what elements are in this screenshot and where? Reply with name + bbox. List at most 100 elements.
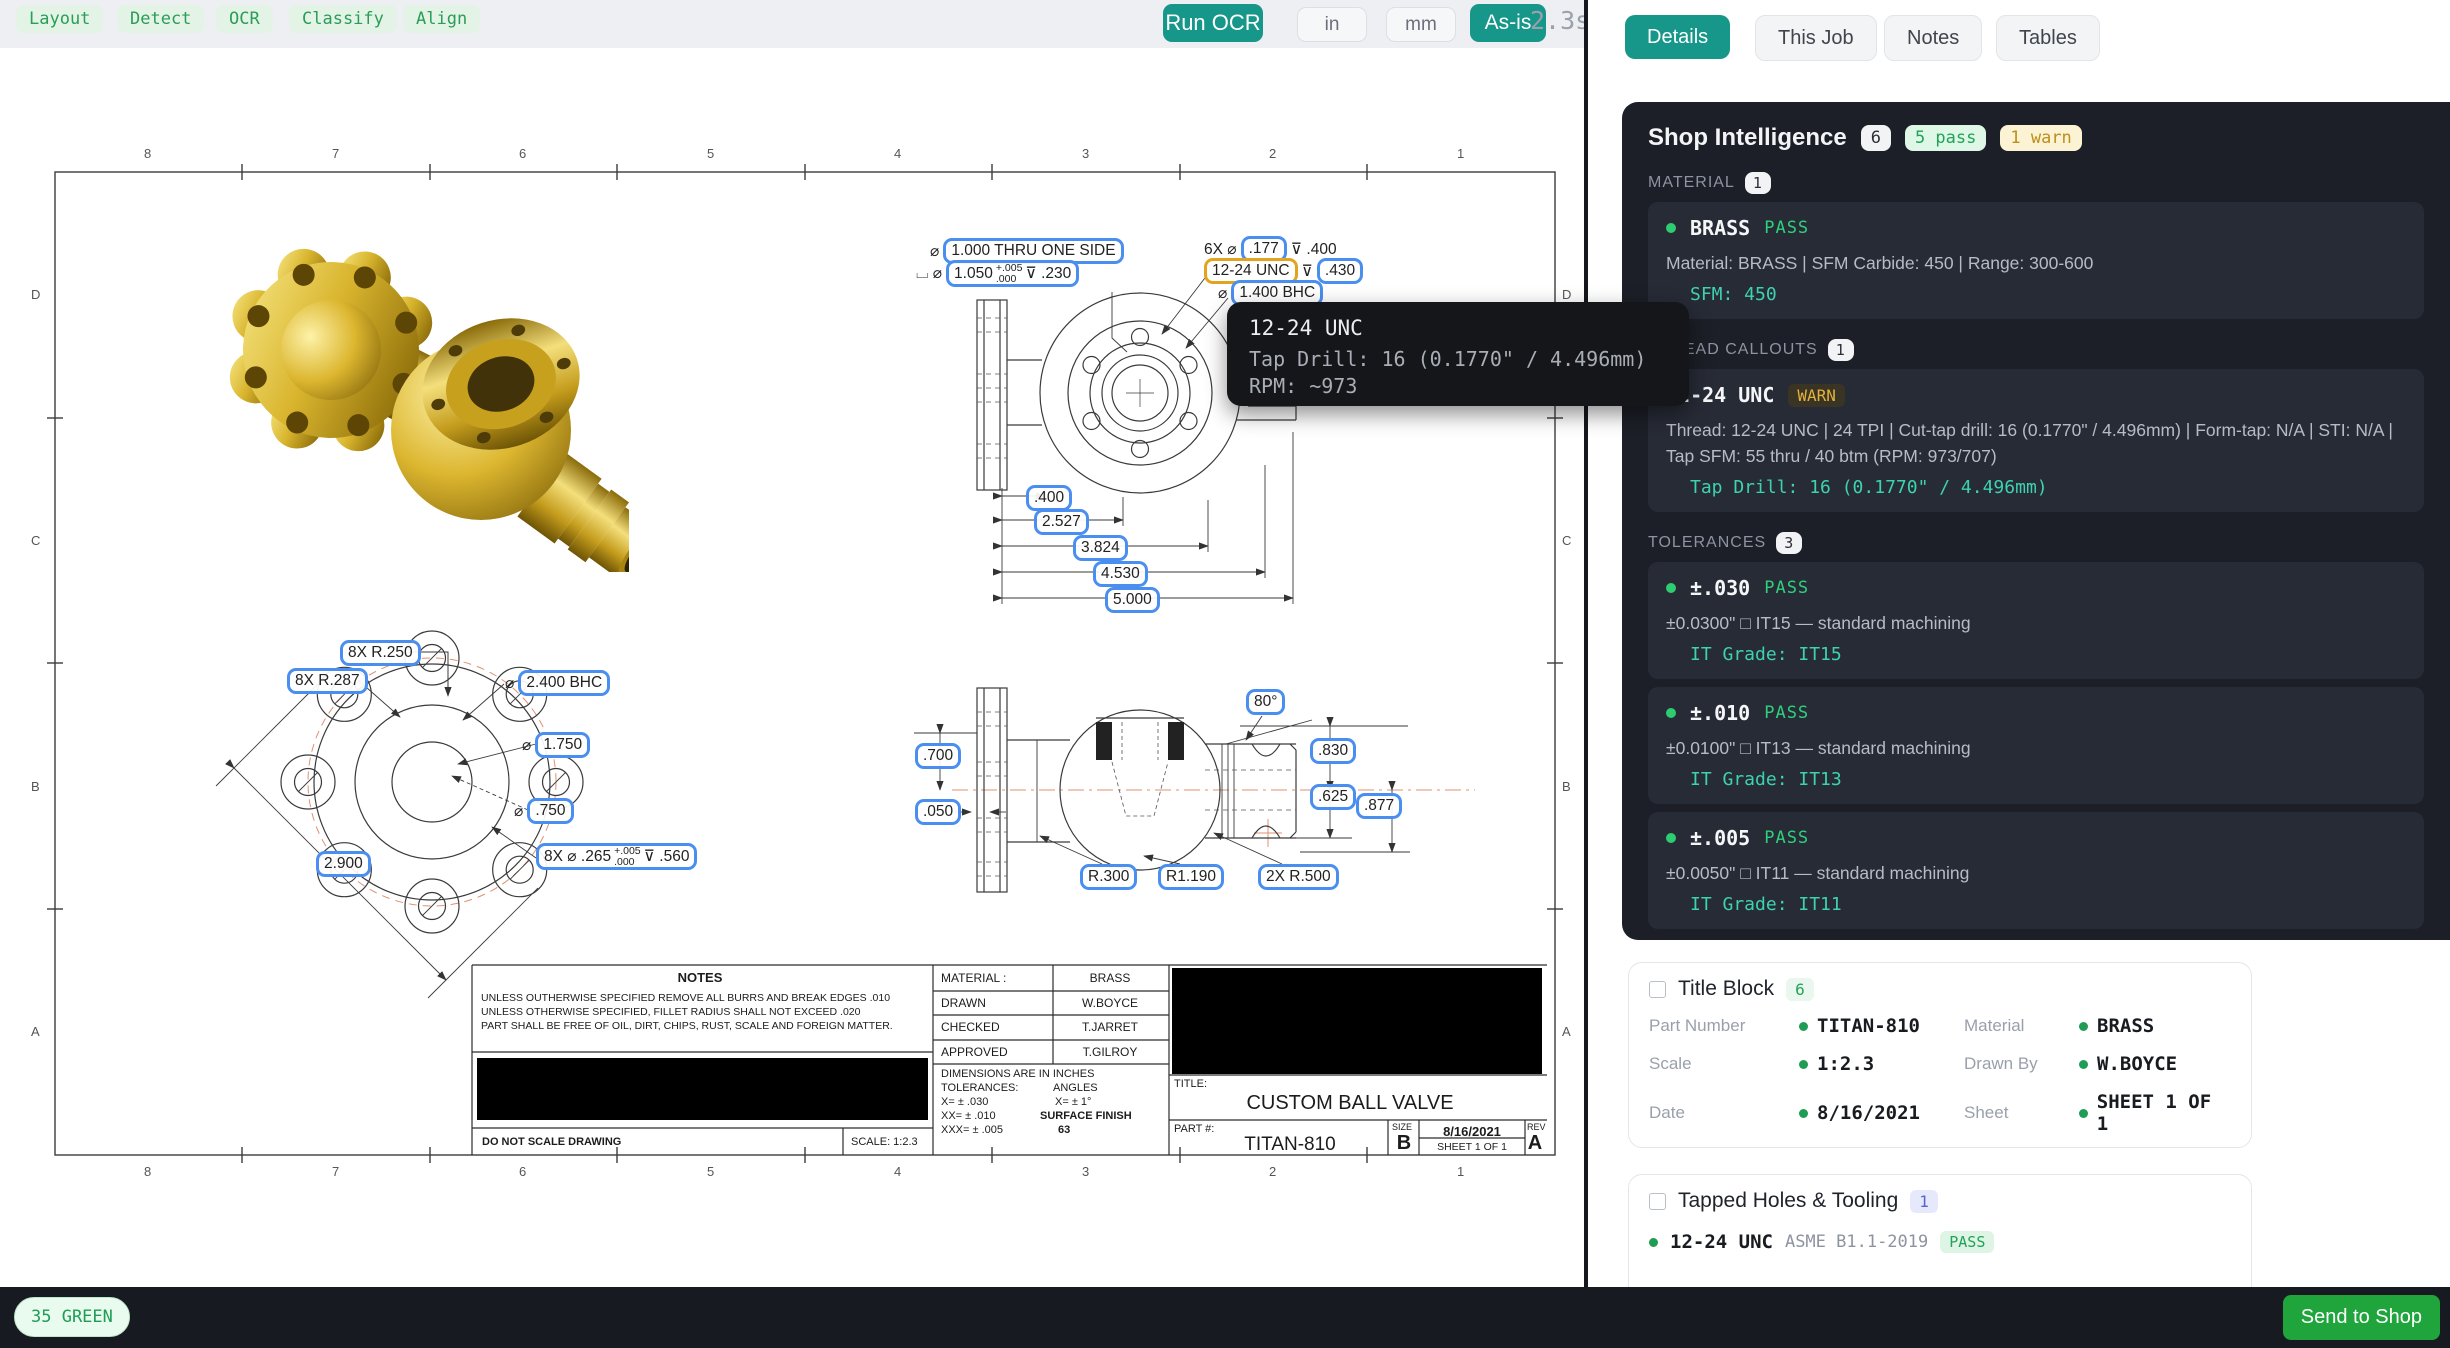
tapped-hole-row[interactable]: 12-24 UNC ASME B1.1-2019 PASS [1649,1231,2231,1253]
count-diameter-prefix: 6X ⌀ [1204,240,1237,259]
toolbar-button-ocr[interactable]: OCR [216,5,273,33]
ocr-callout-r1190[interactable]: R1.190 [1158,864,1224,890]
ocr-box[interactable]: .700 [915,743,961,769]
ocr-box[interactable]: .750 [527,798,573,824]
tapped-holes-checkbox[interactable] [1649,1193,1666,1210]
ocr-box[interactable]: 2.527 [1034,509,1089,535]
tb-value: T.GILROY [1060,1045,1160,1059]
thread-metric: Tap Drill: 16 (0.1770" / 4.496mm) [1690,477,2406,498]
ocr-callout-r287[interactable]: 8X R.287 [287,668,368,694]
material-metric: SFM: 450 [1690,284,2406,305]
tab-notes[interactable]: Notes [1884,15,1982,61]
ocr-box[interactable]: 8X R.287 [287,668,368,694]
tolerance-card[interactable]: ±.005 PASS ±0.0050" □ IT11 — standard ma… [1648,812,2424,929]
title-block-checkbox[interactable] [1649,981,1666,998]
ocr-box[interactable]: R.300 [1080,864,1137,890]
toolbar-button-detect[interactable]: Detect [117,5,204,33]
ocr-box[interactable]: 2X R.500 [1258,864,1339,890]
title-block-title: Title Block [1678,977,1774,1001]
ocr-box[interactable]: R1.190 [1158,864,1224,890]
tooltip-tap-drill: Tap Drill: 16 (0.1770" / 4.496mm) [1249,346,1667,373]
ocr-callout-bhc-2400[interactable]: ⌀ 2.400 BHC [505,670,610,696]
field-label: Material [1964,1016,2079,1036]
tolerance-card[interactable]: ±.030 PASS ±0.0300" □ IT15 — standard ma… [1648,562,2424,679]
ocr-box[interactable]: .050 [915,799,961,825]
diameter-symbol: ⌀ [514,802,523,821]
field-label: Date [1649,1103,1799,1123]
diameter-symbol: ⌀ [930,242,939,261]
ruler-label: 1 [1457,1164,1464,1179]
field-value: 1:2.3 [1817,1053,1874,1075]
ocr-box[interactable]: 3.824 [1073,535,1128,561]
ocr-box[interactable]: 4.530 [1093,561,1148,587]
ruler-label: 6 [519,1164,526,1179]
ocr-callout-d1750[interactable]: ⌀ 1.750 [522,732,590,758]
ocr-callout-050[interactable]: .050 [915,799,961,825]
ocr-callout-830[interactable]: .830 [1310,738,1356,764]
material-desc: Material: BRASS | SFM Carbide: 450 | Ran… [1666,250,2406,276]
tab-details[interactable]: Details [1625,15,1730,59]
thread-callout-card[interactable]: 12-24 UNC WARN Thread: 12-24 UNC | 24 TP… [1648,369,2424,512]
ocr-callout-dim[interactable]: 4.530 [1093,561,1148,587]
ocr-box[interactable]: 1.750 [535,732,590,758]
ocr-box[interactable]: 8X R.250 [340,640,421,666]
toolbar-button-align[interactable]: Align [403,5,480,33]
ocr-callout-700[interactable]: .700 [915,743,961,769]
tab-tables[interactable]: Tables [1996,15,2100,61]
green-count-badge: 35 GREEN [14,1297,130,1337]
ocr-callout-diag[interactable]: 2.900 [316,851,371,877]
ocr-callout-877[interactable]: .877 [1356,793,1402,819]
ocr-box[interactable]: .625 [1310,784,1356,810]
verified-dot [2079,1109,2088,1118]
ocr-box[interactable]: 8X ⌀ .265 +.005 .000 ⊽ .560 [536,843,697,870]
title-block-count-badge: 6 [1786,978,1814,1001]
tolerance-card[interactable]: ±.010 PASS ±0.0100" □ IT13 — standard ma… [1648,687,2424,804]
ocr-callout-d750[interactable]: ⌀ .750 [514,798,574,824]
ocr-box[interactable]: 1.050 +.005 .000 ⊽ .230 [946,260,1079,287]
tb-dims: XXX= ± .005 [941,1124,1003,1136]
ocr-box[interactable]: 2.400 BHC [518,670,610,696]
section-tolerances: TOLERANCES 3 [1648,532,2424,554]
ocr-box[interactable]: .430 [1317,258,1363,284]
tolerance-desc: ±0.0050" □ IT11 — standard machining [1666,860,2406,886]
ocr-callout-dim[interactable]: .400 [1026,485,1072,511]
ocr-box[interactable]: 80° [1246,689,1285,715]
ocr-callout-r250[interactable]: 8X R.250 [340,640,421,666]
ocr-callout-dim[interactable]: 2.527 [1034,509,1089,535]
panel-header: Shop Intelligence 6 5 pass 1 warn [1648,124,2424,152]
ocr-callout-dim[interactable]: 5.000 [1105,587,1160,613]
unit-mm-button[interactable]: mm [1386,7,1456,42]
size-label: SIZE [1392,1122,1412,1132]
ocr-box[interactable]: 5.000 [1105,587,1160,613]
tab-this-job[interactable]: This Job [1755,15,1877,61]
ocr-callout-cbore[interactable]: ⌴ ⌀ 1.050 +.005 .000 ⊽ .230 [916,260,1079,287]
tb-label: MATERIAL : [941,971,1006,985]
part-3d-render [219,242,629,572]
ocr-callout-8x-holes[interactable]: 8X ⌀ .265 +.005 .000 ⊽ .560 [536,843,697,870]
depth-suffix: ⊽ .400 [1291,240,1337,259]
ocr-box[interactable]: .400 [1026,485,1072,511]
unit-in-button[interactable]: in [1297,7,1367,42]
send-to-shop-button[interactable]: Send to Shop [2283,1295,2440,1340]
tb-surface-finish: SURFACE FINISH [1040,1110,1132,1122]
ocr-callout-r300[interactable]: R.300 [1080,864,1137,890]
notes-line: UNLESS OTHERWISE SPECIFIED, FILLET RADIU… [481,1006,860,1018]
ruler-label: 2 [1269,1164,1276,1179]
notes-line: UNLESS OUTHERWISE SPECIFIED REMOVE ALL B… [481,992,890,1004]
run-ocr-button[interactable]: Run OCR [1163,4,1263,42]
toolbar-button-layout[interactable]: Layout [16,5,103,33]
ocr-callout-625[interactable]: .625 [1310,784,1356,810]
rev-value: A [1525,1132,1545,1155]
ocr-box[interactable]: .830 [1310,738,1356,764]
ruler-label: 5 [707,146,714,161]
status-dot [1666,833,1676,843]
ocr-box[interactable]: 2.900 [316,851,371,877]
ocr-callout-r500[interactable]: 2X R.500 [1258,864,1339,890]
toolbar-button-classify[interactable]: Classify [289,5,397,33]
material-card[interactable]: BRASS PASS Material: BRASS | SFM Carbide… [1648,202,2424,319]
ocr-callout-80deg[interactable]: 80° [1246,689,1285,715]
ocr-callout-dim[interactable]: 3.824 [1073,535,1128,561]
ruler-label: A [1562,1024,1571,1039]
ocr-box[interactable]: .877 [1356,793,1402,819]
title-block-card[interactable]: Title Block 6 Part Number TITAN-810 Mate… [1628,962,2252,1148]
